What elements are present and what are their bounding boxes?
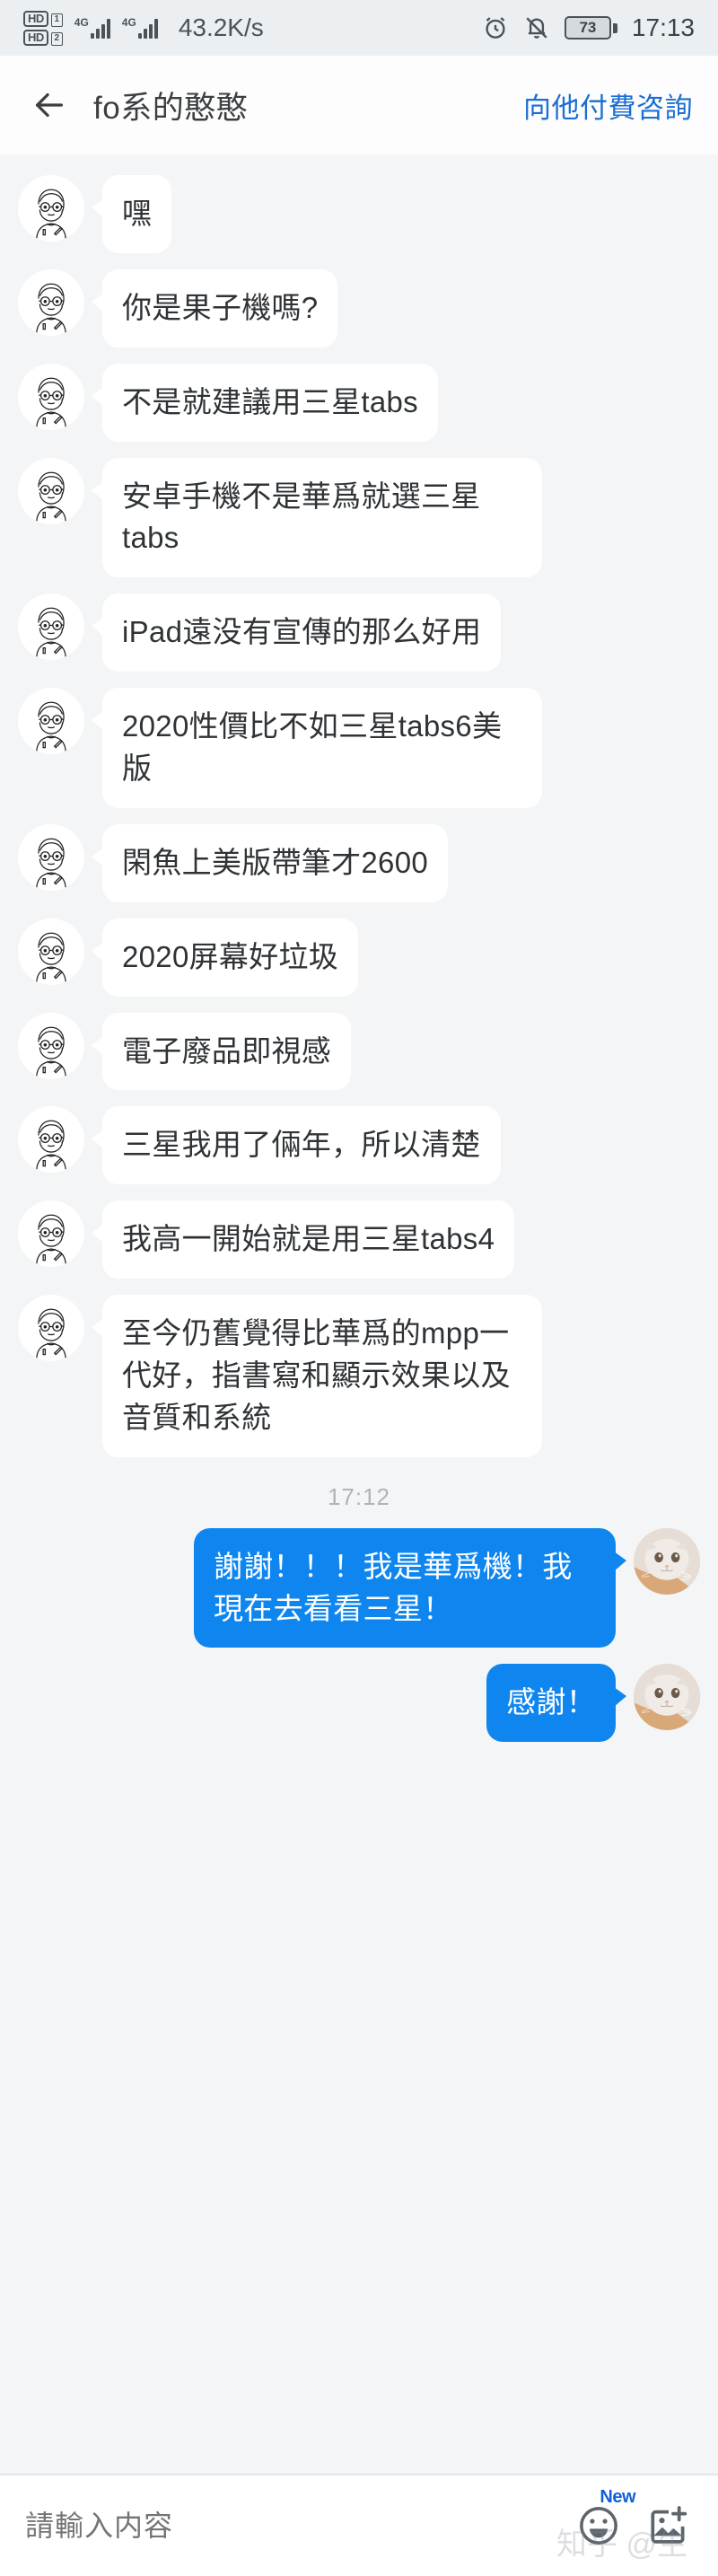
message-composer: New 知乎 @生 bbox=[0, 2475, 718, 2576]
message-bubble[interactable]: 安卓手機不是華爲就選三星tabs bbox=[92, 457, 542, 578]
person-glasses-line-art-icon bbox=[18, 1295, 84, 1362]
emoji-smiley-icon bbox=[580, 2507, 617, 2545]
contact-avatar[interactable] bbox=[18, 268, 84, 336]
emoji-new-badge: New bbox=[600, 2487, 635, 2507]
message-bubble[interactable]: 2020屏幕好垃圾 bbox=[91, 918, 359, 997]
message-input[interactable] bbox=[25, 2509, 574, 2543]
self-cat-avatar[interactable] bbox=[634, 1664, 700, 1731]
message-row-in: 2020性價比不如三星tabs6美版 bbox=[0, 680, 718, 816]
person-glasses-line-art-icon bbox=[18, 175, 84, 242]
contact-avatar[interactable] bbox=[18, 175, 84, 242]
contact-avatar[interactable] bbox=[18, 1295, 84, 1362]
signal-group-sim2: 4G bbox=[122, 17, 158, 39]
paid-consult-link[interactable]: 向他付費咨詢 bbox=[523, 85, 693, 126]
message-row-in: 我高一開始就是用三星tabs4 bbox=[0, 1192, 718, 1287]
composer-actions: New bbox=[574, 2487, 693, 2550]
emoji-button[interactable]: New bbox=[574, 2487, 635, 2550]
contact-avatar[interactable] bbox=[18, 823, 84, 891]
hd-icon-sim2: HD bbox=[23, 29, 48, 46]
contact-avatar[interactable] bbox=[18, 1012, 84, 1079]
person-glasses-line-art-icon bbox=[18, 1012, 84, 1079]
cat-photo-avatar-icon bbox=[634, 1527, 700, 1595]
message-bubble[interactable]: iPad遠没有宣傳的那么好用 bbox=[91, 593, 502, 673]
contact-avatar[interactable] bbox=[18, 688, 84, 755]
message-row-in: 不是就建議用三星tabs bbox=[0, 356, 718, 450]
hd-icon-sim1: HD bbox=[23, 10, 48, 27]
person-glasses-line-art-icon bbox=[18, 593, 84, 661]
message-bubble[interactable]: 三星我用了倆年，所以清楚 bbox=[92, 1106, 501, 1185]
message-bubble-out[interactable]: 感謝！ bbox=[486, 1664, 626, 1743]
message-row-in: iPad遠没有宣傳的那么好用 bbox=[0, 585, 718, 680]
back-button[interactable] bbox=[25, 81, 74, 129]
network-type-label-2: 4G bbox=[121, 16, 136, 29]
person-glasses-line-art-icon bbox=[18, 1106, 84, 1174]
sim2-hd-row: HD 2 bbox=[23, 29, 63, 46]
network-type-label-1: 4G bbox=[74, 16, 89, 29]
message-bubble[interactable]: 嘿 bbox=[91, 175, 172, 253]
message-row-in: 安卓手機不是華爲就選三星tabs bbox=[0, 450, 718, 586]
person-glasses-line-art-icon bbox=[18, 823, 84, 891]
message-timestamp: 17:12 bbox=[327, 1482, 391, 1510]
chat-header: fo系的憨憨 向他付費咨詢 bbox=[0, 56, 718, 154]
bell-muted-icon bbox=[526, 17, 547, 39]
contact-avatar[interactable] bbox=[18, 1106, 84, 1174]
signal-bars-icon-1 bbox=[90, 17, 110, 39]
message-list[interactable]: 嘿 你是果子機嗎? 不是就建議用三星tabs 安卓手機不是華爲就選三星tabs … bbox=[0, 154, 718, 2474]
status-bar: HD 1 HD 2 4G 4G 43.2K/s 73 17:13 bbox=[0, 0, 718, 56]
person-glasses-line-art-icon bbox=[18, 918, 84, 985]
add-image-icon bbox=[651, 2506, 687, 2544]
contact-avatar[interactable] bbox=[18, 1200, 84, 1268]
message-bubble[interactable]: 不是就建議用三星tabs bbox=[92, 363, 438, 442]
contact-avatar[interactable] bbox=[18, 918, 84, 985]
status-bar-clock: 17:13 bbox=[631, 13, 695, 41]
page-title: fo系的憨憨 bbox=[93, 90, 249, 126]
message-row-in: 電子廢品即視感 bbox=[0, 1005, 718, 1099]
person-glasses-line-art-icon bbox=[18, 1200, 84, 1268]
message-bubble[interactable]: 至今仍舊覺得比華爲的mpp一代好，指書寫和顯示效果以及音質和系統 bbox=[92, 1295, 542, 1457]
sim1-badge: 1 bbox=[50, 13, 63, 27]
message-bubble[interactable]: 2020性價比不如三星tabs6美版 bbox=[92, 688, 542, 808]
cat-photo-avatar-icon bbox=[634, 1664, 700, 1731]
alarm-clock-icon bbox=[486, 17, 505, 39]
message-row-out: 感謝！ bbox=[0, 1656, 718, 1750]
sim2-badge: 2 bbox=[50, 31, 63, 46]
person-glasses-line-art-icon bbox=[18, 268, 84, 336]
battery-cap-icon bbox=[612, 22, 617, 33]
volte-hd-indicators: HD 1 HD 2 bbox=[23, 10, 63, 46]
battery-level-label: 73 bbox=[564, 16, 611, 40]
status-bar-left: HD 1 HD 2 4G 4G 43.2K/s bbox=[23, 10, 264, 46]
message-bubble[interactable]: 我高一開始就是用三星tabs4 bbox=[91, 1200, 515, 1279]
back-arrow-icon bbox=[35, 92, 64, 118]
person-glasses-line-art-icon bbox=[18, 688, 84, 755]
message-row-in: 2020屏幕好垃圾 bbox=[0, 910, 718, 1005]
message-row-in: 至今仍舊覺得比華爲的mpp一代好，指書寫和顯示效果以及音質和系統 bbox=[0, 1287, 718, 1465]
message-bubble-out[interactable]: 謝謝！！！我是華爲機！我現在去看看三星！ bbox=[194, 1527, 626, 1648]
self-cat-avatar[interactable] bbox=[634, 1527, 700, 1595]
add-image-button[interactable] bbox=[644, 2501, 693, 2550]
contact-avatar[interactable] bbox=[18, 363, 84, 430]
person-glasses-line-art-icon bbox=[18, 457, 84, 524]
message-row-out: 謝謝！！！我是華爲機！我現在去看看三星！ bbox=[0, 1520, 718, 1657]
contact-avatar[interactable] bbox=[18, 593, 84, 661]
message-row-in: 嘿 bbox=[0, 167, 718, 261]
contact-avatar[interactable] bbox=[18, 457, 84, 524]
battery-indicator: 73 bbox=[564, 16, 617, 40]
network-speed-label: 43.2K/s bbox=[178, 13, 264, 41]
message-bubble[interactable]: 電子廢品即視感 bbox=[91, 1012, 352, 1091]
message-row-in: 你是果子機嗎? bbox=[0, 261, 718, 356]
message-bubble[interactable]: 你是果子機嗎? bbox=[91, 268, 338, 347]
message-row-in: 閑魚上美版帶筆才2600 bbox=[0, 816, 718, 910]
message-row-in: 三星我用了倆年，所以清楚 bbox=[0, 1098, 718, 1192]
sim1-hd-row: HD 1 bbox=[23, 10, 63, 27]
signal-group-sim1: 4G bbox=[74, 17, 110, 39]
message-bubble[interactable]: 閑魚上美版帶筆才2600 bbox=[91, 823, 449, 902]
chat-app-screen: HD 1 HD 2 4G 4G 43.2K/s 73 17:13 fo系的憨憨 … bbox=[0, 0, 718, 2576]
person-glasses-line-art-icon bbox=[18, 363, 84, 430]
status-bar-right: 73 17:13 bbox=[482, 13, 695, 42]
signal-bars-icon-2 bbox=[137, 17, 158, 39]
